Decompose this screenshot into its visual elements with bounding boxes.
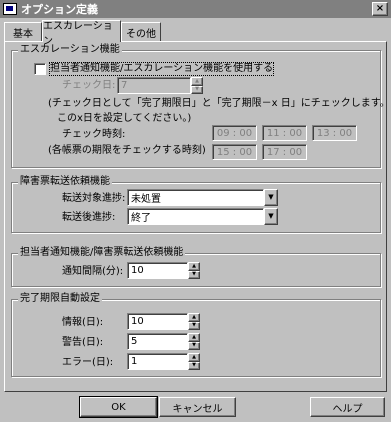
- deadline-error-value: 1: [131, 356, 138, 367]
- transfer-target-select[interactable]: 未処置: [127, 189, 264, 206]
- tab-other[interactable]: その他: [121, 22, 161, 41]
- deadline-error-label: エラー(日):: [62, 357, 114, 368]
- tab-other-label: その他: [126, 28, 156, 40]
- spin-down-icon[interactable]: ▼: [188, 361, 200, 370]
- check-day-label: チェック日:: [62, 80, 116, 91]
- window-title: オプション定義: [21, 3, 98, 16]
- check-day-value: 7: [121, 80, 128, 91]
- check-time-label: チェック時刻:: [62, 129, 126, 140]
- check-time-2-value: 11 : 00: [266, 127, 303, 139]
- check-time-2[interactable]: 11 : 00: [262, 125, 307, 141]
- spin-down-icon[interactable]: ▼: [188, 321, 200, 330]
- spin-up-icon[interactable]: ▲: [188, 262, 200, 271]
- transfer-after-select[interactable]: 終了: [127, 208, 264, 225]
- check-time-5-value: 17 : 00: [266, 146, 303, 158]
- use-escalation-checkbox[interactable]: [34, 63, 46, 75]
- transfer-target-value: 未処置: [131, 194, 161, 205]
- tab-escalation-label: エスカレーション: [43, 20, 113, 47]
- check-time-note: (各帳票の期限をチェックする時刻): [48, 145, 206, 156]
- tab-basic-label: 基本: [13, 28, 33, 40]
- check-day-input[interactable]: 7: [117, 77, 191, 94]
- deadline-warn-spinner[interactable]: ▲ ▼: [188, 333, 200, 350]
- cancel-button-label: キャンセル: [172, 403, 223, 415]
- transfer-target-dropdown-icon[interactable]: ▼: [264, 189, 278, 206]
- transfer-after-label: 転送後進捗:: [62, 212, 116, 223]
- transfer-after-dropdown-icon[interactable]: ▼: [264, 208, 278, 225]
- deadline-warn-value: 5: [131, 336, 138, 347]
- use-escalation-label: 担当者通知機能/エスカレーション機能を使用する: [48, 62, 275, 76]
- ok-button[interactable]: OK: [79, 396, 158, 418]
- close-icon: ×: [375, 3, 385, 14]
- deadline-legend: 完了期限自動設定: [18, 293, 102, 305]
- check-time-3[interactable]: 13 : 00: [312, 125, 357, 141]
- check-day-spinner[interactable]: ▲ ▼: [191, 77, 203, 94]
- deadline-error-spinner[interactable]: ▲ ▼: [188, 353, 200, 370]
- check-day-note-2: このx日を設定してください。): [57, 113, 192, 124]
- notify-interval-spinner[interactable]: ▲ ▼: [188, 262, 200, 279]
- tab-escalation[interactable]: エスカレーション: [42, 20, 121, 47]
- deadline-error-input[interactable]: 1: [127, 353, 188, 370]
- deadline-info-value: 10: [131, 316, 144, 327]
- cancel-button[interactable]: キャンセル: [159, 397, 236, 417]
- deadline-info-label: 情報(日):: [62, 317, 104, 328]
- app-icon: [3, 3, 17, 15]
- check-time-4-value: 15 : 00: [216, 146, 253, 158]
- check-time-1[interactable]: 09 : 00: [212, 125, 257, 141]
- spin-up-icon[interactable]: ▲: [188, 313, 200, 322]
- notify-legend: 担当者通知機能/障害票転送依頼機能: [18, 247, 186, 259]
- check-day-note-1: (チェック日として「完了期限日」と「完了期限－x 日」にチェックします。: [48, 98, 390, 109]
- check-time-4[interactable]: 15 : 00: [212, 144, 257, 160]
- spin-down-icon[interactable]: ▼: [188, 270, 200, 279]
- spin-up-icon[interactable]: ▲: [191, 77, 203, 86]
- notify-interval-label: 通知間隔(分):: [62, 266, 124, 277]
- notify-interval-input[interactable]: 10: [127, 262, 188, 279]
- help-button[interactable]: ヘルプ: [310, 397, 385, 417]
- spin-up-icon[interactable]: ▲: [188, 353, 200, 362]
- spin-up-icon[interactable]: ▲: [188, 333, 200, 342]
- deadline-info-input[interactable]: 10: [127, 313, 188, 330]
- check-time-1-value: 09 : 00: [216, 127, 253, 139]
- close-button[interactable]: ×: [372, 2, 388, 16]
- spin-down-icon[interactable]: ▼: [191, 85, 203, 94]
- title-bar: オプション定義 ×: [0, 0, 391, 18]
- transfer-target-label: 転送対象進捗:: [62, 193, 126, 204]
- tab-basic[interactable]: 基本: [4, 22, 42, 41]
- ok-button-label: OK: [111, 401, 126, 413]
- deadline-warn-input[interactable]: 5: [127, 333, 188, 350]
- transfer-legend: 障害票転送依頼機能: [18, 176, 112, 188]
- check-time-3-value: 13 : 00: [316, 127, 353, 139]
- check-time-5[interactable]: 17 : 00: [262, 144, 307, 160]
- transfer-after-value: 終了: [131, 213, 151, 224]
- help-button-label: ヘルプ: [332, 403, 363, 415]
- deadline-warn-label: 警告(日):: [62, 337, 104, 348]
- notify-interval-value: 10: [131, 265, 144, 276]
- escalation-legend: エスカレーション機能: [18, 44, 122, 56]
- spin-down-icon[interactable]: ▼: [188, 341, 200, 350]
- deadline-info-spinner[interactable]: ▲ ▼: [188, 313, 200, 330]
